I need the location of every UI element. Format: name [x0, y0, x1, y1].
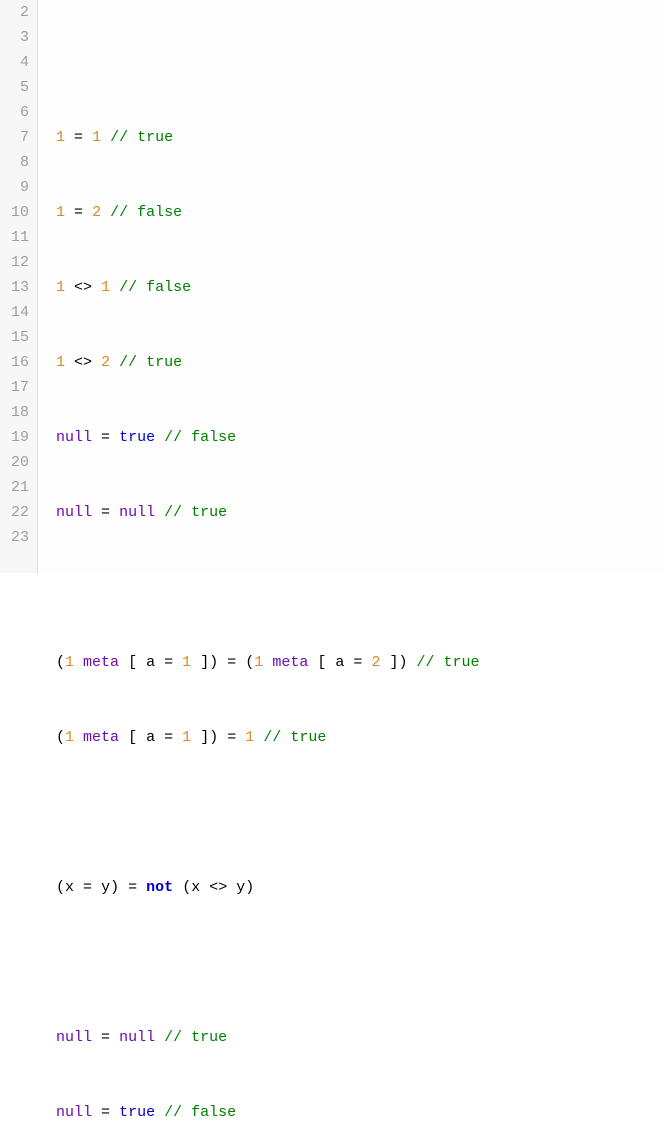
line-number: 13 — [6, 275, 29, 300]
line-number: 10 — [6, 200, 29, 225]
line-number: 16 — [6, 350, 29, 375]
code-line: 1 = 2 // false — [56, 200, 664, 225]
code-line: 1 = 1 // true — [56, 125, 664, 150]
line-number: 19 — [6, 425, 29, 450]
code-line: null = true // false — [56, 1100, 664, 1125]
code-line — [56, 950, 664, 975]
line-number: 9 — [6, 175, 29, 200]
line-number: 21 — [6, 475, 29, 500]
code-line: (x = y) = not (x <> y) — [56, 875, 664, 900]
code-line — [56, 575, 664, 600]
code-line: null = null // true — [56, 500, 664, 525]
line-number: 18 — [6, 400, 29, 425]
line-number: 23 — [6, 525, 29, 550]
code-area[interactable]: 1 = 1 // true 1 = 2 // false 1 <> 1 // f… — [38, 0, 664, 573]
line-number: 2 — [6, 0, 29, 25]
code-line: null = null // true — [56, 1025, 664, 1050]
code-line: 1 <> 2 // true — [56, 350, 664, 375]
line-gutter: 2 3 4 5 6 7 8 9 10 11 12 13 14 15 16 17 … — [0, 0, 38, 573]
line-number: 3 — [6, 25, 29, 50]
line-number: 22 — [6, 500, 29, 525]
line-number: 12 — [6, 250, 29, 275]
line-number: 7 — [6, 125, 29, 150]
code-line: (1 meta [ a = 1 ]) = 1 // true — [56, 725, 664, 750]
code-line: 1 <> 1 // false — [56, 275, 664, 300]
code-line: null = true // false — [56, 425, 664, 450]
line-number: 8 — [6, 150, 29, 175]
line-number: 6 — [6, 100, 29, 125]
code-line — [56, 50, 664, 75]
code-line — [56, 800, 664, 825]
line-number: 4 — [6, 50, 29, 75]
code-editor[interactable]: 2 3 4 5 6 7 8 9 10 11 12 13 14 15 16 17 … — [0, 0, 664, 573]
line-number: 14 — [6, 300, 29, 325]
code-line: (1 meta [ a = 1 ]) = (1 meta [ a = 2 ]) … — [56, 650, 664, 675]
line-number: 20 — [6, 450, 29, 475]
line-number: 5 — [6, 75, 29, 100]
line-number: 11 — [6, 225, 29, 250]
line-number: 15 — [6, 325, 29, 350]
line-number: 17 — [6, 375, 29, 400]
